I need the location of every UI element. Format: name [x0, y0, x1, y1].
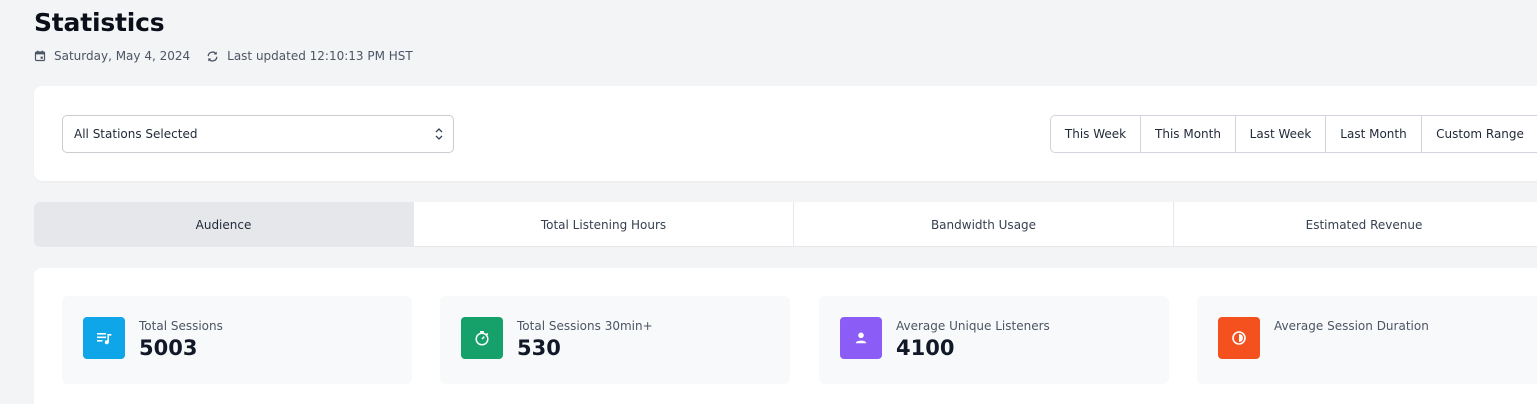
date-range-group: This Week This Month Last Week Last Mont…: [1050, 115, 1537, 153]
last-updated-info: Last updated 12:10:13 PM HST: [206, 49, 413, 63]
stat-total-sessions: Total Sessions 5003: [62, 296, 412, 384]
last-updated-text: Last updated 12:10:13 PM HST: [227, 49, 413, 63]
range-this-month-button[interactable]: This Month: [1141, 116, 1236, 152]
timer-icon: [475, 331, 489, 346]
playlist-music-icon: [97, 333, 112, 345]
tab-total-listening-hours[interactable]: Total Listening Hours: [414, 202, 794, 246]
station-select[interactable]: All Stations Selected: [62, 115, 454, 153]
stat-average-unique-listeners: Average Unique Listeners 4100: [819, 296, 1169, 384]
filter-card: All Stations Selected This Week This Mon…: [34, 86, 1537, 181]
range-last-month-button[interactable]: Last Month: [1326, 116, 1422, 152]
page-title: Statistics: [34, 8, 165, 37]
range-last-week-button[interactable]: Last Week: [1236, 116, 1326, 152]
station-select-value: All Stations Selected: [74, 127, 198, 141]
range-custom-button[interactable]: Custom Range: [1422, 116, 1537, 152]
tab-audience[interactable]: Audience: [34, 202, 414, 246]
stat-icon-box: [83, 317, 125, 359]
stats-card: Total Sessions 5003 Total Sessions 30min…: [34, 268, 1537, 404]
stat-value: 530: [517, 336, 561, 360]
stat-value: 4100: [896, 336, 955, 360]
refresh-icon[interactable]: [206, 50, 219, 63]
stat-label: Average Session Duration: [1274, 319, 1429, 333]
statistics-page: Statistics Saturday, May 4, 2024 Last up…: [0, 0, 1537, 404]
user-icon: [855, 332, 867, 344]
current-date: Saturday, May 4, 2024: [54, 49, 191, 63]
tab-bandwidth-usage[interactable]: Bandwidth Usage: [794, 202, 1174, 246]
stat-average-session-duration: Average Session Duration: [1197, 296, 1537, 384]
stat-label: Total Sessions 30min+: [517, 319, 653, 333]
pie-clock-icon: [1232, 331, 1246, 345]
stat-value: 5003: [139, 336, 198, 360]
tab-estimated-revenue[interactable]: Estimated Revenue: [1174, 202, 1537, 246]
stat-icon-box: [840, 317, 882, 359]
statistics-tabs: Audience Total Listening Hours Bandwidth…: [34, 202, 1537, 247]
select-chevron-icon: [435, 128, 443, 140]
stat-icon-box: [1218, 317, 1260, 359]
range-this-week-button[interactable]: This Week: [1051, 116, 1141, 152]
date-info: Saturday, May 4, 2024: [34, 49, 190, 63]
page-meta: Saturday, May 4, 2024 Last updated 12:10…: [34, 48, 429, 64]
stat-icon-box: [461, 317, 503, 359]
stat-label: Total Sessions: [139, 319, 223, 333]
calendar-icon: [34, 50, 46, 62]
stat-total-sessions-30min: Total Sessions 30min+ 530: [440, 296, 790, 384]
stat-label: Average Unique Listeners: [896, 319, 1050, 333]
